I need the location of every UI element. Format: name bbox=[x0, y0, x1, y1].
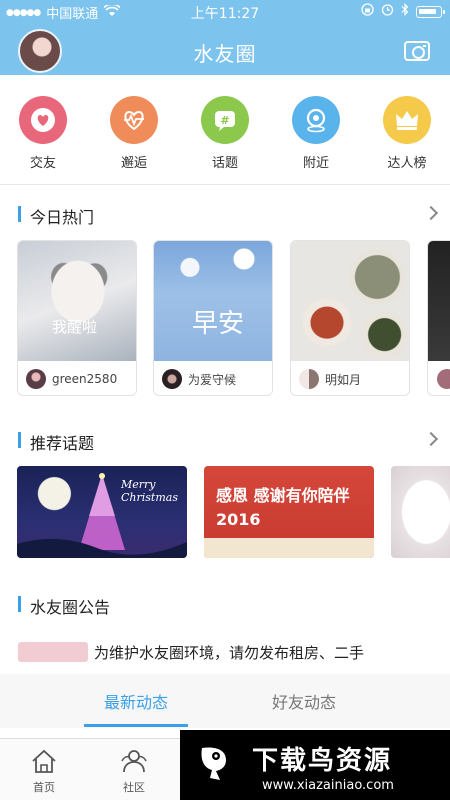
topic-card-decoration bbox=[204, 538, 374, 558]
notice-text: 为维护水友圈环境，请勿发布租房、二手 bbox=[94, 644, 365, 662]
chevron-right-icon bbox=[423, 431, 439, 447]
avatar bbox=[437, 369, 450, 389]
status-bar: ●●●●● 中国联通 上午11:27 bbox=[0, 0, 450, 22]
svg-text:#: # bbox=[220, 114, 229, 127]
divider bbox=[0, 184, 450, 185]
hot-card-partial[interactable] bbox=[427, 240, 450, 396]
watermark-url: www.xiazainiao.com bbox=[262, 778, 394, 793]
home-icon bbox=[30, 747, 58, 775]
topic-card[interactable]: Merry Christmas bbox=[17, 466, 187, 558]
tab-community[interactable]: 社区 bbox=[104, 747, 164, 795]
hot-card[interactable]: 我醒啦 green2580 bbox=[17, 240, 137, 396]
hot-card-username: 明如月 bbox=[325, 372, 362, 387]
battery-level bbox=[419, 8, 436, 14]
section-marker bbox=[18, 432, 21, 448]
quick-action-label: 交友 bbox=[29, 156, 56, 171]
watermark: 下载鸟资源 www.xiazainiao.com bbox=[180, 730, 450, 800]
avatar bbox=[162, 369, 182, 389]
hot-card-user: green2580 bbox=[26, 369, 136, 389]
heart-icon bbox=[19, 96, 67, 144]
camera-icon[interactable] bbox=[404, 41, 430, 61]
feed-tabs: 最新动态 好友动态 bbox=[0, 674, 450, 728]
hot-card-username: green2580 bbox=[52, 372, 118, 386]
quick-action-encounter[interactable]: 邂逅 bbox=[99, 96, 169, 171]
hot-card-image bbox=[428, 241, 450, 361]
watermark-title: 下载鸟资源 bbox=[252, 746, 393, 776]
section-marker bbox=[18, 206, 21, 222]
hot-card-overlay-text: 早安 bbox=[192, 309, 245, 339]
recommended-topics-title: 推荐话题 bbox=[30, 434, 95, 453]
notice-title: 水友圈公告 bbox=[30, 598, 111, 617]
chevron-right-icon bbox=[423, 205, 439, 221]
quick-action-topics[interactable]: # 话题 bbox=[190, 96, 260, 171]
quick-action-label: 附近 bbox=[302, 156, 329, 171]
quick-actions: 交友 邂逅 # 话题 附近 达人榜 bbox=[0, 96, 450, 176]
topic-card-caption: 感恩 感谢有你陪伴 2016 bbox=[216, 486, 350, 529]
hot-card-image bbox=[291, 241, 409, 361]
notice-tag bbox=[18, 642, 88, 662]
alarm-icon bbox=[381, 3, 394, 20]
quick-action-make-friends[interactable]: 交友 bbox=[8, 96, 78, 171]
hot-card-username: 为爱守候 bbox=[188, 372, 237, 387]
notice-item[interactable]: 为维护水友圈环境，请勿发布租房、二手 bbox=[18, 640, 438, 664]
topic-card-partial[interactable] bbox=[391, 466, 450, 558]
hot-card-image bbox=[18, 241, 136, 361]
tab-active-indicator bbox=[84, 724, 188, 727]
hot-card-user: 为爱守候 bbox=[162, 369, 272, 389]
hash-icon: # bbox=[201, 96, 249, 144]
topic-card-caption: Merry Christmas bbox=[121, 478, 178, 504]
section-marker bbox=[18, 596, 21, 612]
quick-action-nearby[interactable]: 附近 bbox=[281, 96, 351, 171]
battery-icon bbox=[416, 5, 445, 18]
tab-home[interactable]: 首页 bbox=[14, 747, 74, 795]
recommended-topics-header[interactable]: 推荐话题 bbox=[18, 430, 450, 453]
hot-today-header[interactable]: 今日热门 bbox=[18, 204, 450, 227]
hot-card-overlay-text: 我醒啦 bbox=[52, 318, 98, 336]
notice-header: 水友圈公告 bbox=[18, 594, 218, 617]
hot-card-user: 明如月 bbox=[299, 369, 409, 389]
tab-community-label: 社区 bbox=[123, 781, 145, 794]
hot-card[interactable]: 早安 为爱守候 bbox=[153, 240, 273, 396]
avatar bbox=[299, 369, 319, 389]
hot-today-title: 今日热门 bbox=[30, 208, 95, 227]
heartbeat-icon bbox=[110, 96, 158, 144]
tab-home-label: 首页 bbox=[33, 781, 55, 794]
quick-action-label: 达人榜 bbox=[387, 156, 427, 171]
location-icon bbox=[292, 96, 340, 144]
app-header: ●●●●● 中国联通 上午11:27 水友圈 bbox=[0, 0, 450, 75]
community-icon bbox=[120, 747, 148, 775]
topic-card[interactable]: 感恩 感谢有你陪伴 2016 bbox=[204, 466, 374, 558]
tab-friends[interactable]: 好友动态 bbox=[272, 689, 336, 713]
crown-icon bbox=[383, 96, 431, 144]
lock-rotation-icon bbox=[361, 3, 374, 20]
hot-card-image bbox=[154, 241, 272, 361]
quick-action-leaderboard[interactable]: 达人榜 bbox=[372, 96, 442, 171]
quick-action-label: 邂逅 bbox=[120, 156, 147, 171]
tab-latest[interactable]: 最新动态 bbox=[104, 689, 168, 713]
avatar bbox=[26, 369, 46, 389]
page-title: 水友圈 bbox=[193, 42, 257, 66]
bluetooth-icon bbox=[401, 3, 409, 20]
quick-action-label: 话题 bbox=[211, 156, 238, 171]
hot-card[interactable]: 明如月 bbox=[290, 240, 410, 396]
bird-logo-icon bbox=[194, 742, 238, 786]
